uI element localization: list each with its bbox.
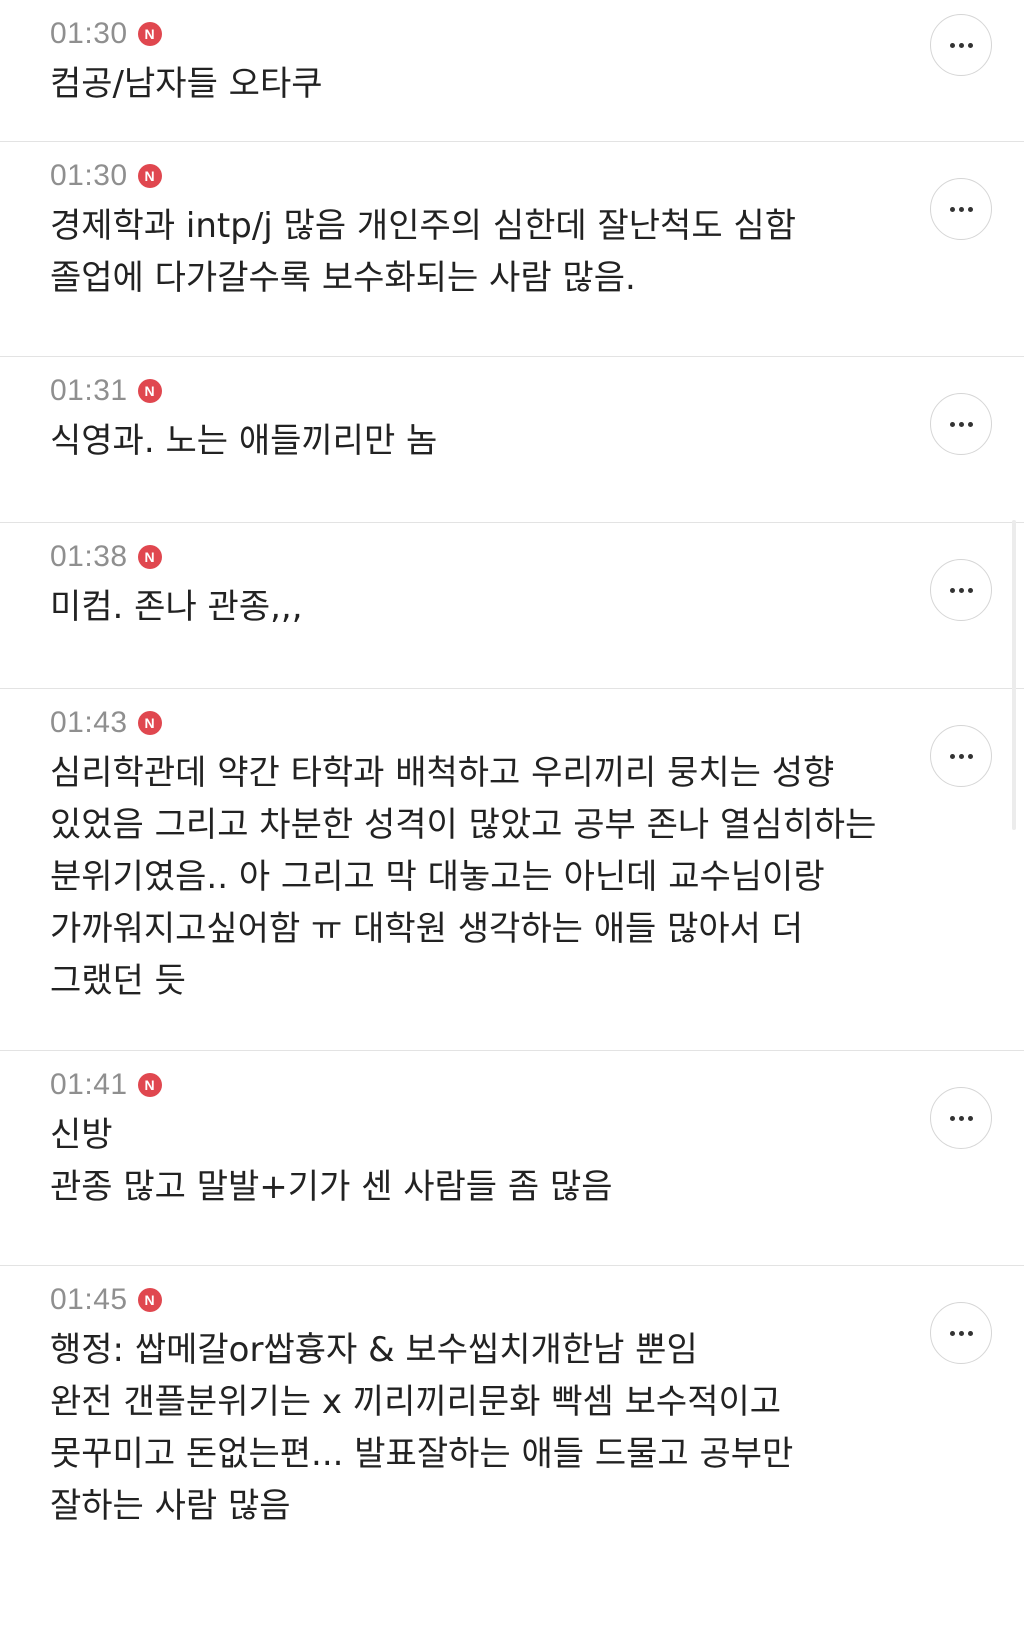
more-dots-icon — [967, 42, 973, 48]
more-dots-icon — [967, 753, 973, 759]
comment-text: 컴공/남자들 오타쿠 — [50, 64, 323, 104]
comment-meta: 01:31 N — [50, 373, 884, 409]
comment-text: 식영과. 노는 애들끼리만 놈 — [50, 421, 438, 461]
comment-item: 01:30 N 경제학과 intp/j 많음 개인주의 심한데 잘난척도 심함 … — [0, 142, 1024, 357]
more-dots-icon — [958, 753, 964, 759]
comment-item: 01:30 N 컴공/남자들 오타쿠 — [0, 0, 1024, 142]
more-options-button[interactable] — [930, 1087, 992, 1149]
more-options-button[interactable] — [930, 14, 992, 76]
new-badge-icon: N — [137, 1073, 162, 1097]
comment-text: 미컴. 존나 관종,,, — [50, 587, 303, 627]
comment-text: 신방 관종 많고 말발+기가 센 사람들 좀 많음 — [50, 1115, 613, 1207]
comment-time: 01:38 — [50, 540, 128, 573]
more-dots-icon — [949, 753, 955, 759]
comment-time: 01:30 — [50, 17, 128, 50]
more-dots-icon — [949, 42, 955, 48]
comment-time: 01:30 — [50, 159, 128, 192]
more-dots-icon — [958, 1115, 964, 1121]
comment-time: 01:43 — [50, 706, 128, 739]
comment-text: 심리학관데 약간 타학과 배척하고 우리끼리 뭉치는 성향 있었음 그리고 차분… — [50, 753, 888, 1001]
scrollbar[interactable] — [1012, 520, 1016, 830]
more-options-button[interactable] — [930, 559, 992, 621]
more-dots-icon — [958, 587, 964, 593]
more-dots-icon — [967, 587, 973, 593]
comment-time: 01:41 — [50, 1068, 128, 1101]
comment-item: 01:45 N 행정: 쌉메갈or쌉흉자 & 보수씹치개한남 뿐임 완전 갠플분… — [0, 1266, 1024, 1606]
more-dots-icon — [967, 421, 973, 427]
comment-item: 01:38 N 미컴. 존나 관종,,, — [0, 523, 1024, 689]
new-badge-icon: N — [137, 711, 162, 735]
comment-list: 01:30 N 컴공/남자들 오타쿠 01:30 N 경제학과 intp/j 많… — [0, 0, 1024, 1606]
comment-meta: 01:38 N — [50, 539, 884, 575]
comment-text: 경제학과 intp/j 많음 개인주의 심한데 잘난척도 심함 졸업에 다가갈수… — [50, 206, 796, 298]
more-dots-icon — [958, 206, 964, 212]
more-dots-icon — [967, 1115, 973, 1121]
more-dots-icon — [967, 206, 973, 212]
new-badge-icon: N — [137, 379, 162, 403]
comment-meta: 01:43 N — [50, 705, 884, 741]
comment-time: 01:31 — [50, 374, 128, 407]
more-dots-icon — [949, 206, 955, 212]
more-options-button[interactable] — [930, 1302, 992, 1364]
more-dots-icon — [949, 1330, 955, 1336]
comment-time: 01:45 — [50, 1283, 128, 1316]
comment-item: 01:43 N 심리학관데 약간 타학과 배척하고 우리끼리 뭉치는 성향 있었… — [0, 689, 1024, 1051]
more-dots-icon — [958, 42, 964, 48]
new-badge-icon: N — [137, 22, 162, 46]
more-dots-icon — [967, 1330, 973, 1336]
more-dots-icon — [958, 1330, 964, 1336]
more-options-button[interactable] — [930, 725, 992, 787]
more-dots-icon — [949, 587, 955, 593]
more-dots-icon — [949, 421, 955, 427]
comment-item: 01:31 N 식영과. 노는 애들끼리만 놈 — [0, 357, 1024, 523]
comment-meta: 01:30 N — [50, 158, 884, 194]
more-options-button[interactable] — [930, 178, 992, 240]
new-badge-icon: N — [137, 545, 162, 569]
comment-text: 행정: 쌉메갈or쌉흉자 & 보수씹치개한남 뿐임 완전 갠플분위기는 x 끼리… — [50, 1330, 794, 1526]
new-badge-icon: N — [137, 164, 162, 188]
new-badge-icon: N — [137, 1288, 162, 1312]
more-dots-icon — [949, 1115, 955, 1121]
comment-meta: 01:30 N — [50, 16, 884, 52]
more-dots-icon — [958, 421, 964, 427]
comment-meta: 01:41 N — [50, 1067, 884, 1103]
more-options-button[interactable] — [930, 393, 992, 455]
comment-item: 01:41 N 신방 관종 많고 말발+기가 센 사람들 좀 많음 — [0, 1051, 1024, 1266]
comment-meta: 01:45 N — [50, 1282, 884, 1318]
